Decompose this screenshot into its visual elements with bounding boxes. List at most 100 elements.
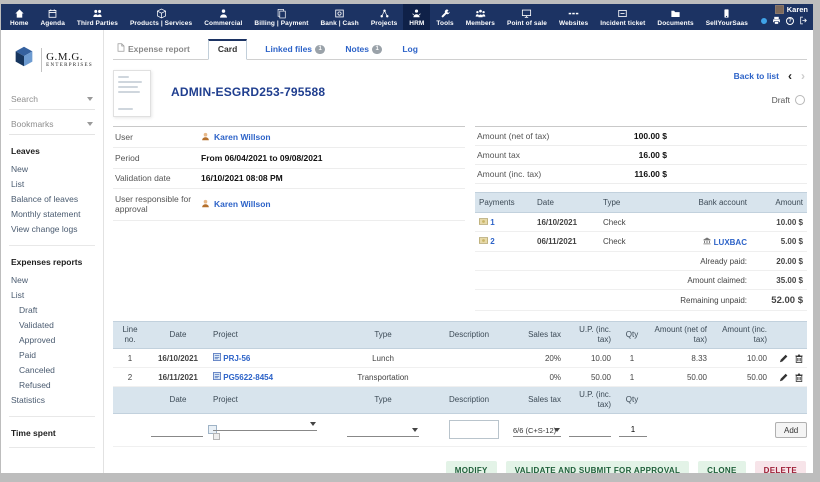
nav-agenda[interactable]: Agenda [34,4,70,30]
nav-commercial[interactable]: Commercial [198,4,248,30]
amount-inc-value: 116.00 $ [595,169,667,179]
add-line-button[interactable]: Add [775,422,807,438]
logout-icon[interactable] [799,12,808,30]
lines-header-project: Project [209,322,321,349]
bank-account-link[interactable]: LUXBAC [714,238,747,247]
sidebar-item-leaves-list[interactable]: List [11,176,103,191]
delete-line-icon[interactable] [795,354,803,363]
user-icon [201,199,210,210]
tab-notes[interactable]: Notes 1 [343,40,384,59]
nav-websites[interactable]: Websites [553,4,594,30]
time-spent-section-title[interactable]: Time spent [11,428,103,438]
expense-line-row: 1 16/10/2021 PRJ-56 Lunch 20% 10.00 1 8.… [113,349,807,368]
sidebar-item-balance-of-leaves[interactable]: Balance of leaves [11,191,103,206]
edit-line-icon[interactable] [779,354,788,363]
new-line-date-input[interactable] [151,424,203,437]
members-icon [475,8,486,19]
nav-websites-label: Websites [559,20,588,27]
new-line-description-input[interactable] [449,420,499,439]
previous-record-icon[interactable]: ‹ [788,70,792,82]
nav-third-parties[interactable]: Third Parties [71,4,124,30]
line-sales-tax: 0% [509,368,565,387]
amount-row-net: Amount (net of tax) 100.00 $ [475,127,807,146]
sidebar-item-monthly-statement[interactable]: Monthly statement [11,206,103,221]
delete-button[interactable]: DELETE [755,461,806,473]
project-link[interactable]: PRJ-56 [223,354,250,363]
newline-header-blank [711,387,771,414]
sidebar-item-draft[interactable]: Draft [11,302,103,317]
tab-expense-report[interactable]: Expense report [115,39,192,59]
amount-tax-label: Amount tax [477,150,595,160]
new-line-project-select[interactable] [213,418,317,431]
nav-tools[interactable]: Tools [430,4,459,30]
logo-name: G.M.G. [46,51,93,63]
back-to-list-link[interactable]: Back to list [734,71,779,81]
document-thumbnail[interactable] [113,70,151,117]
sidebar-item-paid[interactable]: Paid [11,347,103,362]
nav-projects[interactable]: Projects [365,4,403,30]
nav-bank-cash[interactable]: Bank | Cash [315,4,365,30]
help-icon[interactable]: ? [786,17,794,25]
nav-members[interactable]: Members [460,4,501,30]
new-line-sales-tax-select[interactable]: 6/6 (C+S-12) [513,424,561,437]
nav-documents[interactable]: Documents [651,4,699,30]
field-label-user: User [115,132,201,143]
field-label-validation-date: Validation date [115,173,201,184]
sidebar-item-refused[interactable]: Refused [11,377,103,392]
chevron-down-icon [554,428,560,432]
delete-line-icon[interactable] [795,373,803,382]
billing-icon [276,8,287,19]
payment-amount: 10.00 $ [751,213,807,232]
sidebar-item-statistics[interactable]: Statistics [11,392,103,407]
nav-hrm[interactable]: HRM [403,4,430,30]
new-line-qty-input[interactable] [619,424,647,437]
tab-linked-files[interactable]: Linked files 1 [263,40,327,59]
edit-line-icon[interactable] [779,373,788,382]
tab-bar: Expense report Card Linked files 1 Notes… [113,36,807,60]
newline-header-description: Description [445,387,509,414]
user-link[interactable]: Karen Willson [214,132,271,142]
newline-header-blank [649,387,711,414]
nav-sellyoursaas[interactable]: SellYourSaas [700,4,754,30]
sidebar-divider [9,447,95,448]
print-icon[interactable] [772,12,781,30]
modify-button[interactable]: MODIFY [446,461,497,473]
nav-products-services-label: Products | Services [130,20,192,27]
nav-products-services[interactable]: Products | Services [124,4,198,30]
hrm-icon [411,8,422,19]
new-line-type-select[interactable] [347,424,419,437]
nav-home[interactable]: Home [4,4,34,30]
nav-incident-ticket[interactable]: Incident ticket [594,4,651,30]
new-line-up-input[interactable] [569,424,611,437]
project-link[interactable]: PG5622-8454 [223,373,273,382]
field-row-user: User Karen Willson [113,127,465,148]
nav-point-of-sale[interactable]: Point of sale [501,4,553,30]
new-line-entry-row: 6/6 (C+S-12) Add [113,414,807,447]
search-dropdown[interactable]: Search [9,87,95,110]
tab-log[interactable]: Log [400,40,420,59]
line-qty: 1 [615,349,649,368]
sidebar-item-validated[interactable]: Validated [11,317,103,332]
bookmarks-dropdown[interactable]: Bookmarks [9,112,95,135]
tab-card[interactable]: Card [208,39,247,60]
refresh-project-icon[interactable] [213,433,220,440]
remaining-unpaid-value: 52.00 $ [751,290,807,311]
payment-ref-link[interactable]: 1 [490,218,494,227]
clone-button[interactable]: CLONE [698,461,746,473]
sidebar-item-canceled[interactable]: Canceled [11,362,103,377]
sidebar-item-expenses-new[interactable]: New [11,272,103,287]
notification-icon[interactable] [761,18,767,24]
lines-header-date: Date [147,322,209,349]
line-description [445,368,509,387]
nav-billing-payment[interactable]: Billing | Payment [248,4,314,30]
sidebar-item-view-change-logs[interactable]: View change logs [11,221,103,236]
lines-header-net: Amount (net of tax) [649,322,711,349]
sidebar-item-leaves-new[interactable]: New [11,161,103,176]
payment-ref-link[interactable]: 2 [490,237,494,246]
validate-submit-button[interactable]: VALIDATE AND SUBMIT FOR APPROVAL [506,461,689,473]
approver-link[interactable]: Karen Willson [214,199,271,209]
sidebar-item-expenses-list[interactable]: List [11,287,103,302]
amount-net-label: Amount (net of tax) [477,131,595,141]
sidebar-item-approved[interactable]: Approved [11,332,103,347]
app-window: Home Agenda Third Parties Products | Ser… [1,4,813,473]
